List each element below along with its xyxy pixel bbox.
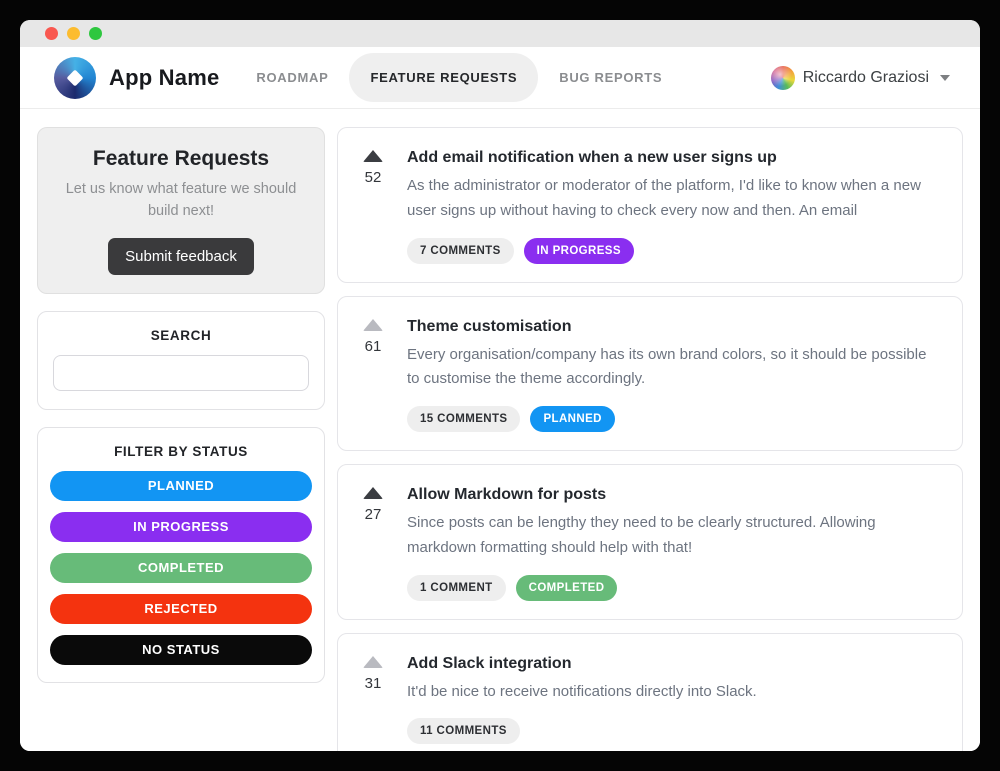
status-filter-pill[interactable]: PLANNED: [50, 471, 312, 501]
vote-column: 61: [358, 316, 388, 433]
app-logo-icon: [54, 57, 96, 99]
user-avatar: [771, 66, 795, 90]
comments-badge: 7 COMMENTS: [407, 238, 514, 264]
nav-tab[interactable]: FEATURE REQUESTS: [349, 53, 538, 102]
request-card[interactable]: 27 Allow Markdown for posts Since posts …: [337, 464, 963, 620]
page-title: Feature Requests: [52, 147, 310, 171]
request-body: Theme customisation Every organisation/c…: [407, 316, 942, 433]
vote-column: 27: [358, 484, 388, 601]
search-label: SEARCH: [53, 328, 309, 343]
vote-count: 31: [365, 675, 382, 692]
window-zoom-button[interactable]: [89, 27, 102, 40]
request-title: Allow Markdown for posts: [407, 484, 942, 504]
request-description: It'd be nice to receive notifications di…: [407, 680, 942, 705]
window-titlebar: [20, 20, 980, 47]
app-name: App Name: [109, 65, 219, 91]
request-card[interactable]: 52 Add email notification when a new use…: [337, 127, 963, 283]
vote-count: 52: [365, 169, 382, 186]
comments-badge: 1 COMMENT: [407, 575, 506, 601]
filter-panel: FILTER BY STATUS PLANNED IN PROGRESS COMPL…: [37, 427, 325, 683]
status-badge: COMPLETED: [516, 575, 618, 601]
badge-row: 1 COMMENT COMPLETED: [407, 575, 942, 601]
user-name: Riccardo Graziosi: [803, 69, 929, 87]
status-badge: IN PROGRESS: [524, 238, 634, 264]
user-menu[interactable]: Riccardo Graziosi: [771, 66, 950, 90]
comments-badge: 11 COMMENTS: [407, 718, 520, 744]
badge-row: 11 COMMENTS: [407, 718, 942, 744]
search-input[interactable]: [53, 355, 309, 391]
submit-feedback-button[interactable]: Submit feedback: [108, 238, 254, 275]
vote-count: 61: [365, 338, 382, 355]
request-description: Since posts can be lengthy they need to …: [407, 511, 942, 561]
app-brand[interactable]: App Name: [54, 57, 219, 99]
intro-panel: Feature Requests Let us know what featur…: [37, 127, 325, 294]
badge-row: 15 COMMENTS PLANNED: [407, 406, 942, 432]
nav-links: ROADMAPFEATURE REQUESTSBUG REPORTS: [235, 53, 683, 102]
upvote-icon[interactable]: [363, 319, 383, 331]
chevron-down-icon: [940, 75, 950, 81]
status-filter-pill[interactable]: IN PROGRESS: [50, 512, 312, 542]
vote-count: 27: [365, 506, 382, 523]
request-title: Add Slack integration: [407, 653, 942, 673]
status-filter-list: PLANNED IN PROGRESS COMPLETED REJECTED NO ST…: [50, 471, 312, 665]
page-content: Feature Requests Let us know what featur…: [20, 109, 980, 751]
comments-badge: 15 COMMENTS: [407, 406, 520, 432]
vote-column: 52: [358, 147, 388, 264]
sidebar: Feature Requests Let us know what featur…: [37, 127, 325, 751]
request-body: Add email notification when a new user s…: [407, 147, 942, 264]
window-minimize-button[interactable]: [67, 27, 80, 40]
request-list: 52 Add email notification when a new use…: [337, 127, 963, 751]
badge-row: 7 COMMENTS IN PROGRESS: [407, 238, 942, 264]
window-close-button[interactable]: [45, 27, 58, 40]
nav-tab[interactable]: BUG REPORTS: [538, 53, 683, 102]
browser-window: App Name ROADMAPFEATURE REQUESTSBUG REPO…: [20, 20, 980, 751]
request-title: Theme customisation: [407, 316, 942, 336]
request-card[interactable]: 61 Theme customisation Every organisatio…: [337, 296, 963, 452]
request-description: Every organisation/company has its own b…: [407, 343, 942, 393]
upvote-icon[interactable]: [363, 656, 383, 668]
vote-column: 31: [358, 653, 388, 745]
status-badge: PLANNED: [530, 406, 614, 432]
status-filter-pill[interactable]: REJECTED: [50, 594, 312, 624]
request-card[interactable]: 31 Add Slack integration It'd be nice to…: [337, 633, 963, 752]
upvote-icon[interactable]: [363, 487, 383, 499]
top-navbar: App Name ROADMAPFEATURE REQUESTSBUG REPO…: [20, 47, 980, 109]
nav-tab[interactable]: ROADMAP: [235, 53, 349, 102]
request-body: Allow Markdown for posts Since posts can…: [407, 484, 942, 601]
search-panel: SEARCH: [37, 311, 325, 410]
request-title: Add email notification when a new user s…: [407, 147, 942, 167]
page-subtitle: Let us know what feature we should build…: [61, 179, 301, 223]
status-filter-pill[interactable]: COMPLETED: [50, 553, 312, 583]
filter-label: FILTER BY STATUS: [50, 444, 312, 459]
upvote-icon[interactable]: [363, 150, 383, 162]
status-filter-pill[interactable]: NO STATUS: [50, 635, 312, 665]
request-description: As the administrator or moderator of the…: [407, 174, 942, 224]
request-body: Add Slack integration It'd be nice to re…: [407, 653, 942, 745]
